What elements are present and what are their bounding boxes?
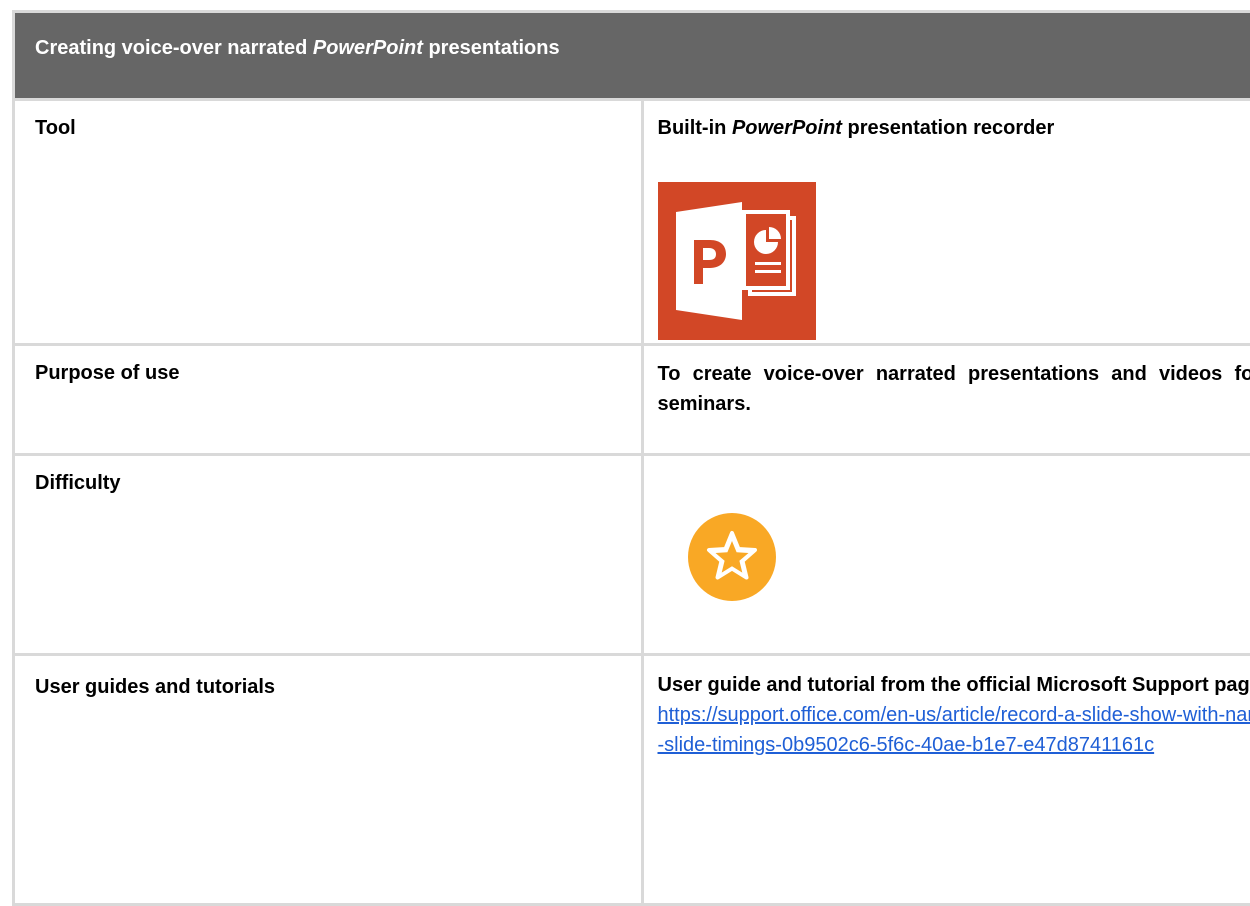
powerpoint-logo-icon [657,182,816,340]
label-difficulty: Difficulty [35,472,121,494]
label-purpose: Purpose of use [35,362,180,384]
value-tool: Built-in PowerPoint presentation recorde… [644,101,1250,140]
value-cell-guides: User guide and tutorial from the officia… [640,653,1250,906]
table-row-difficulty: Difficulty [12,453,1250,656]
header-title-pre: Creating voice-over narrated [35,37,313,59]
label-cell-difficulty: Difficulty [12,453,644,656]
value-cell-difficulty [640,453,1250,656]
label-tool: Tool [35,117,76,139]
value-tool-post: presentation recorder [841,117,1055,139]
value-tool-pre: Built-in [657,117,732,139]
guides-content: User guide and tutorial from the officia… [644,656,1250,760]
table-row-guides: User guides and tutorials User guide and… [12,653,1250,906]
header-title-italic: PowerPoint [312,37,423,59]
label-cell-tool: Tool [12,98,644,346]
label-cell-guides: User guides and tutorials [12,653,644,906]
table-row-tool: Tool Built-in PowerPoint presentation re… [12,98,1250,346]
value-cell-purpose: To create voice-over narrated presentati… [640,343,1250,456]
document-page: Creating voice-over narrated PowerPoint … [0,0,1250,906]
info-table: Creating voice-over narrated PowerPoint … [12,10,1250,906]
star-badge-icon [687,513,776,601]
value-cell-tool: Built-in PowerPoint presentation recorde… [640,98,1250,346]
guide-title: User guide and tutorial from the officia… [657,674,1250,696]
header-title: Creating voice-over narrated PowerPoint … [15,13,1250,60]
value-purpose: To create voice-over narrated presentati… [657,363,1250,415]
label-cell-purpose: Purpose of use [12,343,644,456]
header-title-post: presentations [422,37,560,59]
label-guides: User guides and tutorials [35,676,276,698]
table-header: Creating voice-over narrated PowerPoint … [12,10,1250,101]
table-row-purpose: Purpose of use To create voice-over narr… [12,343,1250,456]
value-tool-italic: PowerPoint [731,117,842,139]
support-link[interactable]: https://support.office.com/en-us/article… [658,700,1250,760]
